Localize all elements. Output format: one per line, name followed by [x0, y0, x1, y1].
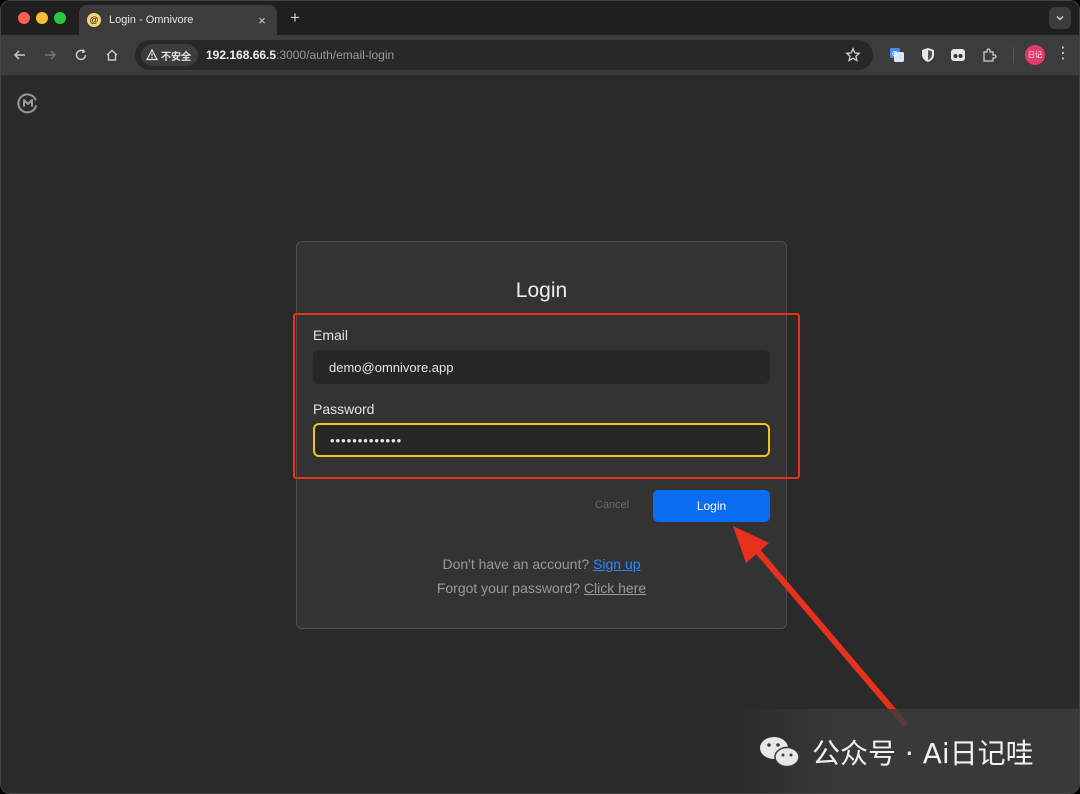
address-bar[interactable]: 不安全 192.168.66.5:3000/auth/email-login [135, 40, 873, 70]
svg-text:G: G [892, 50, 897, 58]
login-button[interactable]: Login [653, 490, 770, 522]
cancel-button[interactable]: Cancel [582, 499, 642, 511]
shield-extension-button[interactable] [918, 45, 938, 65]
warning-icon [146, 49, 158, 61]
puzzle-icon [983, 48, 997, 62]
close-window-button[interactable] [18, 12, 30, 24]
glasses-icon [951, 49, 965, 61]
arrow-right-icon [45, 50, 57, 60]
annotation-highlight-box [293, 313, 800, 479]
url-text: 192.168.66.5:3000/auth/email-login [206, 48, 394, 62]
shield-icon [922, 48, 934, 62]
reload-button[interactable] [71, 45, 91, 65]
omnivore-favicon-icon: @ [87, 13, 101, 27]
reload-icon [75, 49, 87, 61]
chevron-down-icon [1056, 15, 1064, 21]
url-path: :3000/auth/email-login [276, 48, 395, 62]
new-tab-button[interactable]: + [287, 8, 303, 28]
signup-prompt: Don't have an account? Sign up [297, 556, 786, 572]
browser-toolbar: 不安全 192.168.66.5:3000/auth/email-login G [1, 35, 1079, 75]
omnivore-logo-icon[interactable] [16, 91, 40, 115]
back-button[interactable] [10, 45, 30, 65]
profile-avatar[interactable]: 日记 [1025, 45, 1045, 65]
reader-extension-button[interactable] [948, 45, 968, 65]
translate-icon: G [890, 48, 904, 62]
browser-window: @ Login - Omnivore × + 不安全 192.168.66.5:… [0, 0, 1080, 794]
signup-prompt-text: Don't have an account? [442, 556, 594, 572]
toolbar-divider [1013, 47, 1014, 63]
forgot-password-prompt: Forgot your password? Click here [297, 580, 786, 596]
forgot-prompt-text: Forgot your password? [436, 580, 584, 596]
extensions-button[interactable] [979, 45, 999, 65]
star-icon [845, 47, 861, 62]
tab-strip: @ Login - Omnivore × + [1, 1, 1079, 35]
maximize-window-button[interactable] [54, 12, 66, 24]
wechat-icon [760, 737, 800, 768]
tab-close-icon[interactable]: × [255, 14, 269, 27]
tab-search-button[interactable] [1049, 7, 1071, 29]
translate-extension-button[interactable]: G [887, 45, 907, 65]
tab-login-omnivore[interactable]: @ Login - Omnivore × [79, 5, 277, 35]
bookmark-star-button[interactable] [845, 47, 861, 68]
minimize-window-button[interactable] [36, 12, 48, 24]
browser-menu-button[interactable]: ⋮ [1055, 45, 1071, 65]
watermark-text: 公众号 · Ai日记哇 [812, 737, 1034, 770]
signup-link[interactable]: Sign up [593, 556, 640, 572]
arrow-left-icon [13, 50, 25, 60]
page-title: Login [515, 279, 568, 302]
security-chip[interactable]: 不安全 [141, 44, 198, 66]
forgot-password-link[interactable]: Click here [584, 580, 646, 596]
watermark: 公众号 · Ai日记哇 [738, 709, 1079, 793]
security-label: 不安全 [161, 51, 191, 63]
forward-button[interactable] [40, 45, 60, 65]
home-icon [106, 49, 118, 61]
url-host: 192.168.66.5 [206, 48, 277, 62]
home-button[interactable] [102, 45, 122, 65]
tab-title: Login - Omnivore [109, 14, 194, 26]
